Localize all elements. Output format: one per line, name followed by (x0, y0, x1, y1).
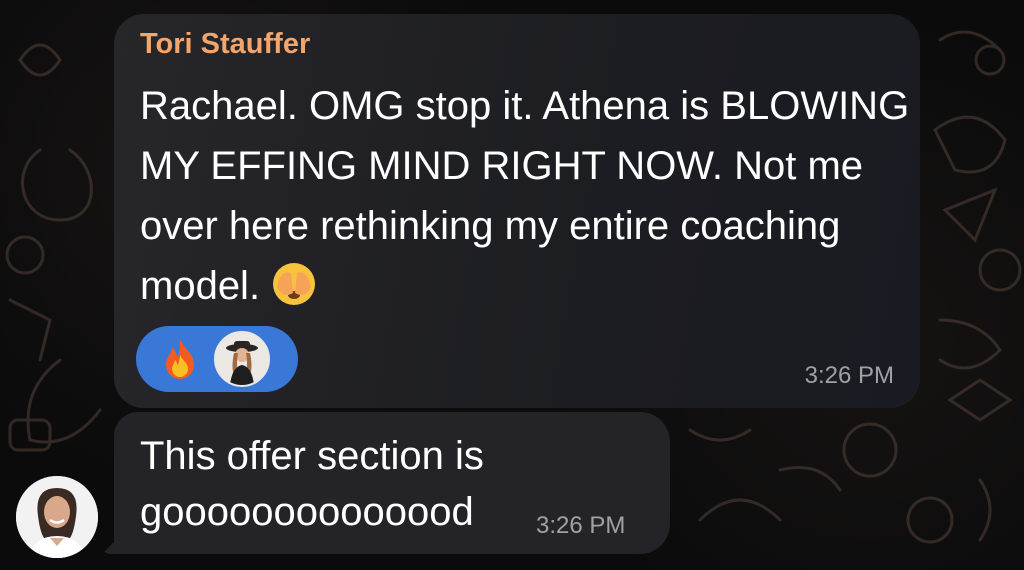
message-text: Rachael. OMG stop it. Athena is BLOWING … (140, 76, 910, 316)
chat-view: Tori Stauffer Rachael. OMG stop it. Athe… (0, 0, 1024, 570)
message-timestamp: 3:26 PM (804, 362, 894, 389)
sender-name[interactable]: Tori Stauffer (140, 28, 310, 61)
message-body: Rachael. OMG stop it. Athena is BLOWING … (140, 84, 910, 308)
reaction-pill[interactable] (136, 326, 298, 392)
message-timestamp: 3:26 PM (536, 512, 626, 539)
sender-avatar[interactable] (16, 476, 98, 558)
message-text: This offer section is goooooooooooood (140, 434, 484, 534)
message-bubble-incoming[interactable]: Tori Stauffer Rachael. OMG stop it. Athe… (114, 14, 920, 408)
reactor-avatar[interactable] (214, 331, 270, 387)
face-with-hand-over-eyes-icon (271, 261, 317, 307)
fire-icon (160, 337, 200, 381)
message-bubble-incoming[interactable]: This offer section is goooooooooooood 3:… (114, 412, 670, 554)
